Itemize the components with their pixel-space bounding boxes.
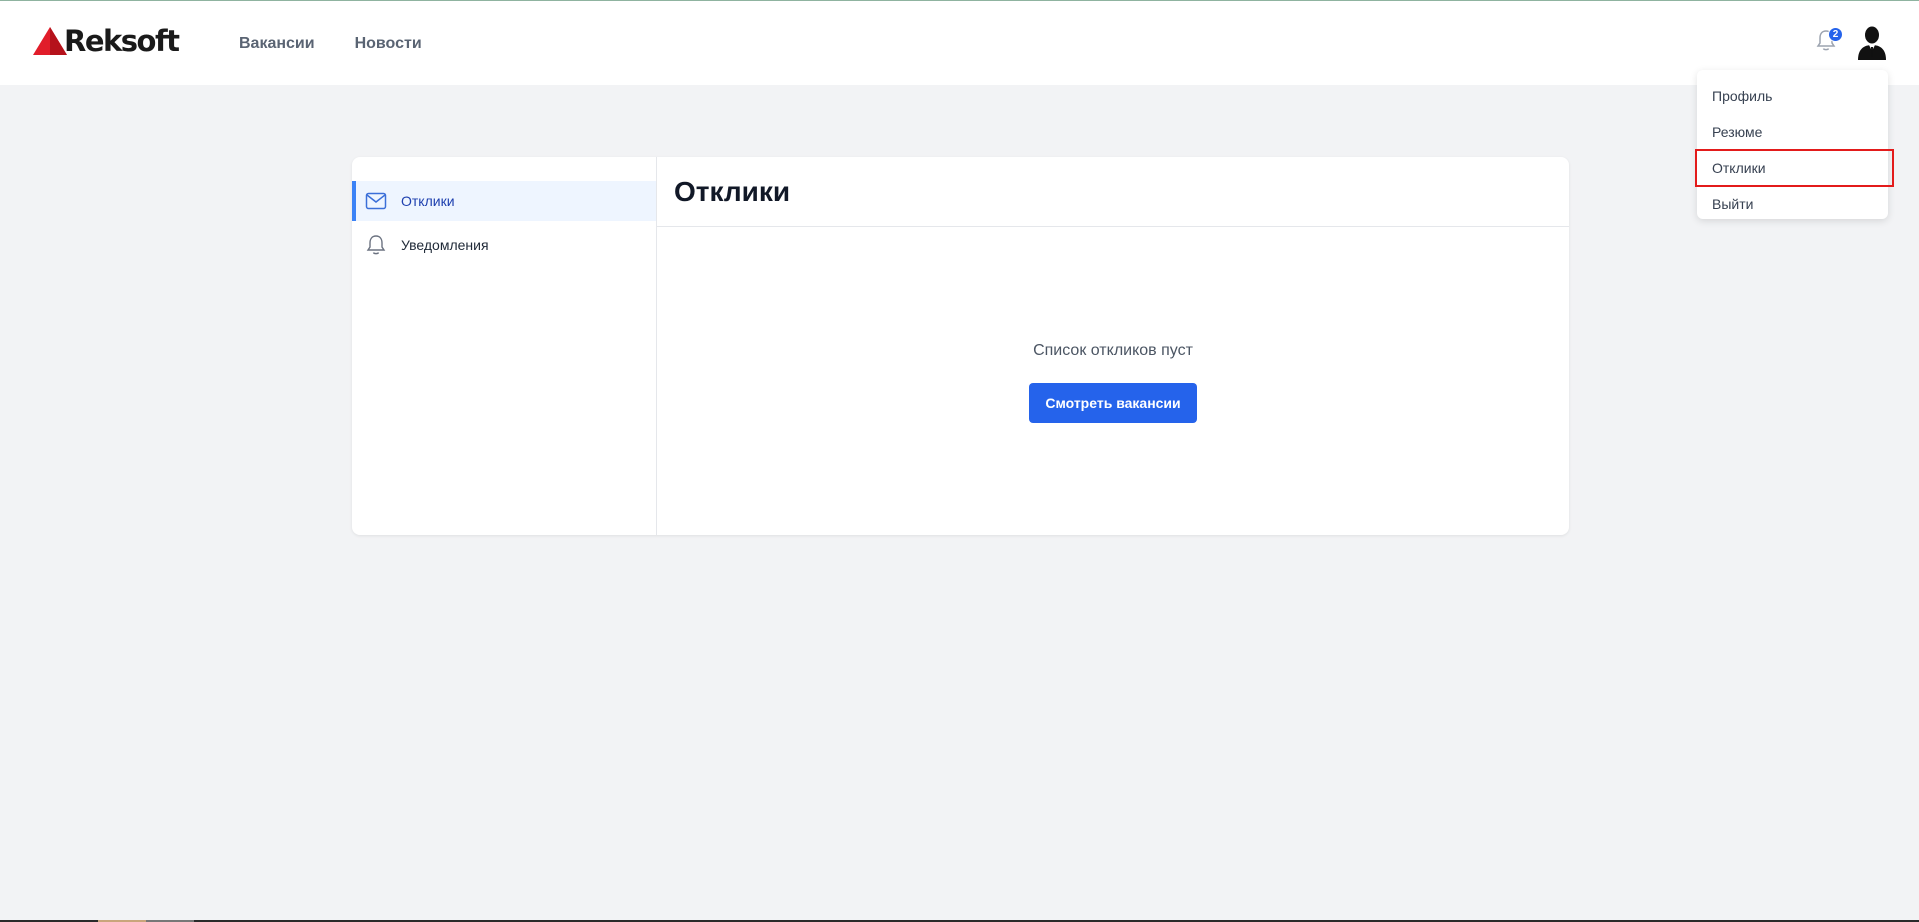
menu-item-logout[interactable]: Выйти	[1697, 186, 1888, 222]
sidebar-item-responses[interactable]: Отклики	[352, 181, 656, 221]
main-nav: Вакансии Новости	[239, 35, 422, 53]
sidebar-item-label: Отклики	[401, 193, 455, 209]
mail-icon	[365, 190, 387, 212]
user-avatar-button[interactable]	[1856, 25, 1888, 61]
nav-vacancies[interactable]: Вакансии	[239, 35, 315, 53]
account-sidebar: Отклики Уведомления	[352, 157, 657, 535]
view-vacancies-button[interactable]: Смотреть вакансии	[1029, 383, 1197, 423]
page-title: Отклики	[674, 175, 791, 207]
sidebar-item-notifications[interactable]: Уведомления	[352, 225, 656, 265]
menu-item-profile[interactable]: Профиль	[1697, 78, 1888, 114]
notifications-button[interactable]: 2	[1816, 27, 1843, 55]
responses-card: Отклики Уведомления Отклики Список откли…	[352, 157, 1569, 535]
reksoft-logo[interactable]: Reksoft	[32, 23, 180, 59]
site-header: Reksoft Вакансии Новости 2	[0, 1, 1919, 85]
nav-news[interactable]: Новости	[355, 35, 422, 53]
logo-triangle-icon	[33, 27, 67, 55]
menu-item-resume[interactable]: Резюме	[1697, 114, 1888, 150]
avatar-icon	[1858, 26, 1886, 60]
menu-item-responses[interactable]: Отклики	[1695, 149, 1894, 187]
logo-text: Reksoft	[64, 24, 180, 58]
sidebar-item-label: Уведомления	[401, 237, 489, 253]
bell-icon	[365, 234, 387, 256]
main-header: Отклики	[657, 157, 1569, 227]
notification-count-badge: 2	[1828, 27, 1843, 42]
empty-state-text: Список откликов пуст	[1033, 342, 1193, 359]
responses-main: Отклики Список откликов пуст Смотреть ва…	[657, 157, 1569, 535]
user-menu-dropdown: Профиль Резюме Отклики Выйти	[1695, 70, 1894, 222]
